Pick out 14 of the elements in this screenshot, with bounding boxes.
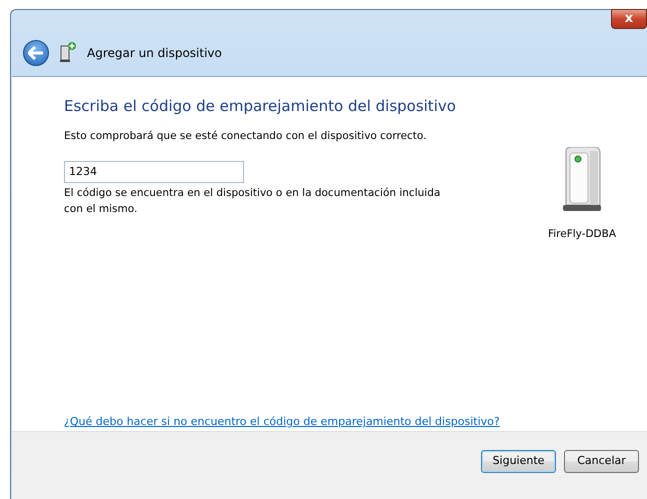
device-add-icon bbox=[59, 41, 77, 63]
back-button[interactable] bbox=[23, 40, 49, 66]
back-arrow-icon bbox=[28, 46, 44, 60]
help-link[interactable]: ¿Qué debo hacer si no encuentro el código de emparejamiento del dispositivo? bbox=[64, 415, 500, 428]
cancel-button[interactable]: Cancelar bbox=[564, 450, 639, 473]
code-field[interactable]: 1234 bbox=[64, 160, 244, 183]
device-icon bbox=[562, 147, 602, 213]
description-text: Esto comprobará que se esté conectando con el dispositivo correcto. bbox=[64, 129, 428, 144]
next-button[interactable]: Siguiente bbox=[481, 450, 556, 473]
device-name: FireFly-DDBA bbox=[548, 227, 616, 242]
hint-text: El código se encuentra en el dispositivo o en la documentación incluida con el mismo. bbox=[64, 186, 442, 216]
page-heading: Escriba el código de emparejamiento del dispositivo bbox=[64, 97, 457, 115]
window-title: Agregar un dispositivo bbox=[87, 45, 222, 62]
close-button[interactable]: x bbox=[611, 9, 647, 29]
